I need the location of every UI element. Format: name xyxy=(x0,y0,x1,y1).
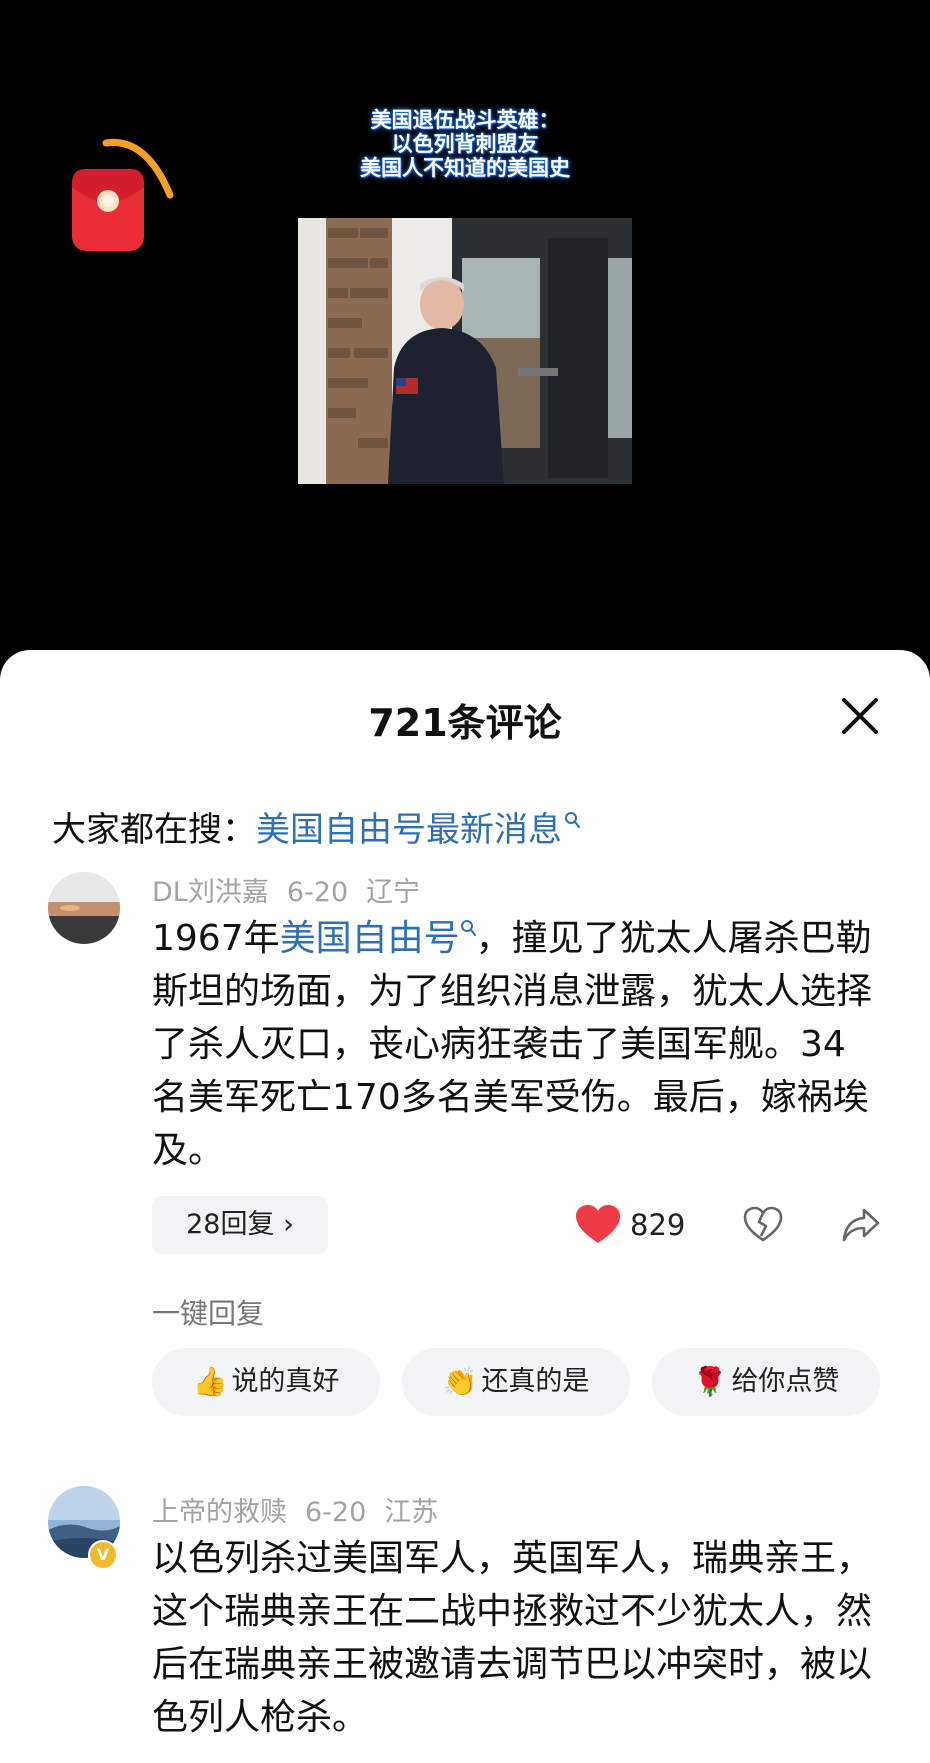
view-replies-button[interactable]: 28回复 › xyxy=(152,1196,328,1254)
comment-keyword-link[interactable]: 美国自由号 xyxy=(280,918,460,959)
quick-reply-chip-label: 给你点赞 xyxy=(731,1366,840,1397)
clapping-emoji-icon: 👏 xyxy=(442,1365,478,1398)
close-icon[interactable] xyxy=(836,692,884,740)
trending-keyword-link[interactable]: 美国自由号最新消息 xyxy=(256,810,562,850)
rose-emoji-icon: 🌹 xyxy=(692,1365,728,1398)
comment-author[interactable]: 上帝的救赎 xyxy=(152,1497,287,1528)
like-count: 829 xyxy=(630,1208,686,1242)
comment-date: 6-20 xyxy=(305,1497,367,1528)
caption-line-3: 美国人不知道的美国史 xyxy=(360,156,570,180)
caption-line-1: 美国退伍战斗英雄： xyxy=(370,108,560,132)
red-packet-icon[interactable] xyxy=(68,135,178,255)
quick-reply-chip-label: 说的真好 xyxy=(231,1366,340,1397)
heart-filled-icon xyxy=(576,1205,620,1243)
trending-search: 大家都在搜：美国自由号最新消息 xyxy=(52,802,580,851)
comment-author[interactable]: DL刘洪嘉 xyxy=(152,877,269,908)
comment-location: 辽宁 xyxy=(366,877,421,908)
comment-location: 江苏 xyxy=(384,1497,439,1528)
search-icon xyxy=(565,811,580,828)
comment-text: 以色列杀过美国军人，英国军人，瑞典亲王，这个瑞典亲王在二战中拯救过不少犹太人，然… xyxy=(152,1538,873,1738)
comment-text-prefix: 1967年 xyxy=(152,918,280,959)
quick-reply-chip[interactable]: 👏 还真的是 xyxy=(402,1348,630,1416)
share-icon[interactable] xyxy=(840,1204,882,1246)
caption-line-2: 以色列背刺盟友 xyxy=(391,132,539,156)
comment-sheet: 721条评论 大家都在搜：美国自由号最新消息 DL刘洪嘉 6-20 辽宁 1967年… xyxy=(0,650,930,1763)
comment-meta: DL刘洪嘉 6-20 辽宁 xyxy=(152,870,438,909)
trending-label: 大家都在搜： xyxy=(52,810,256,850)
quick-reply-chip[interactable]: 👍 说的真好 xyxy=(152,1348,380,1416)
video-thumbnail xyxy=(298,218,632,484)
dislike-heart-icon[interactable] xyxy=(742,1204,784,1246)
quick-reply-chip[interactable]: 🌹 给你点赞 xyxy=(652,1348,880,1416)
quick-reply-label: 一键回复 xyxy=(152,1297,265,1330)
comment-date: 6-20 xyxy=(286,877,349,908)
avatar[interactable] xyxy=(48,872,120,944)
video-caption: 美国退伍战斗英雄： 以色列背刺盟友 美国人不知道的美国史 xyxy=(300,108,630,180)
thumbs-up-emoji-icon: 👍 xyxy=(192,1365,228,1398)
verified-badge-icon: V xyxy=(88,1540,118,1570)
video-player[interactable]: 美国退伍战斗英雄： 以色列背刺盟友 美国人不知道的美国史 xyxy=(0,0,930,660)
comment-meta: 上帝的救赎 6-20 江苏 xyxy=(152,1490,456,1529)
quick-reply-chip-label: 还真的是 xyxy=(481,1366,590,1397)
search-icon xyxy=(460,920,476,936)
comment-count-title: 721条评论 xyxy=(368,701,562,745)
comment-text: 1967年美国自由号 ，撞见了犹太人屠杀巴勒斯坦的场面，为了组织消息泄露，犹太人选… xyxy=(152,912,872,1177)
like-button[interactable]: 829 xyxy=(576,1200,685,1250)
